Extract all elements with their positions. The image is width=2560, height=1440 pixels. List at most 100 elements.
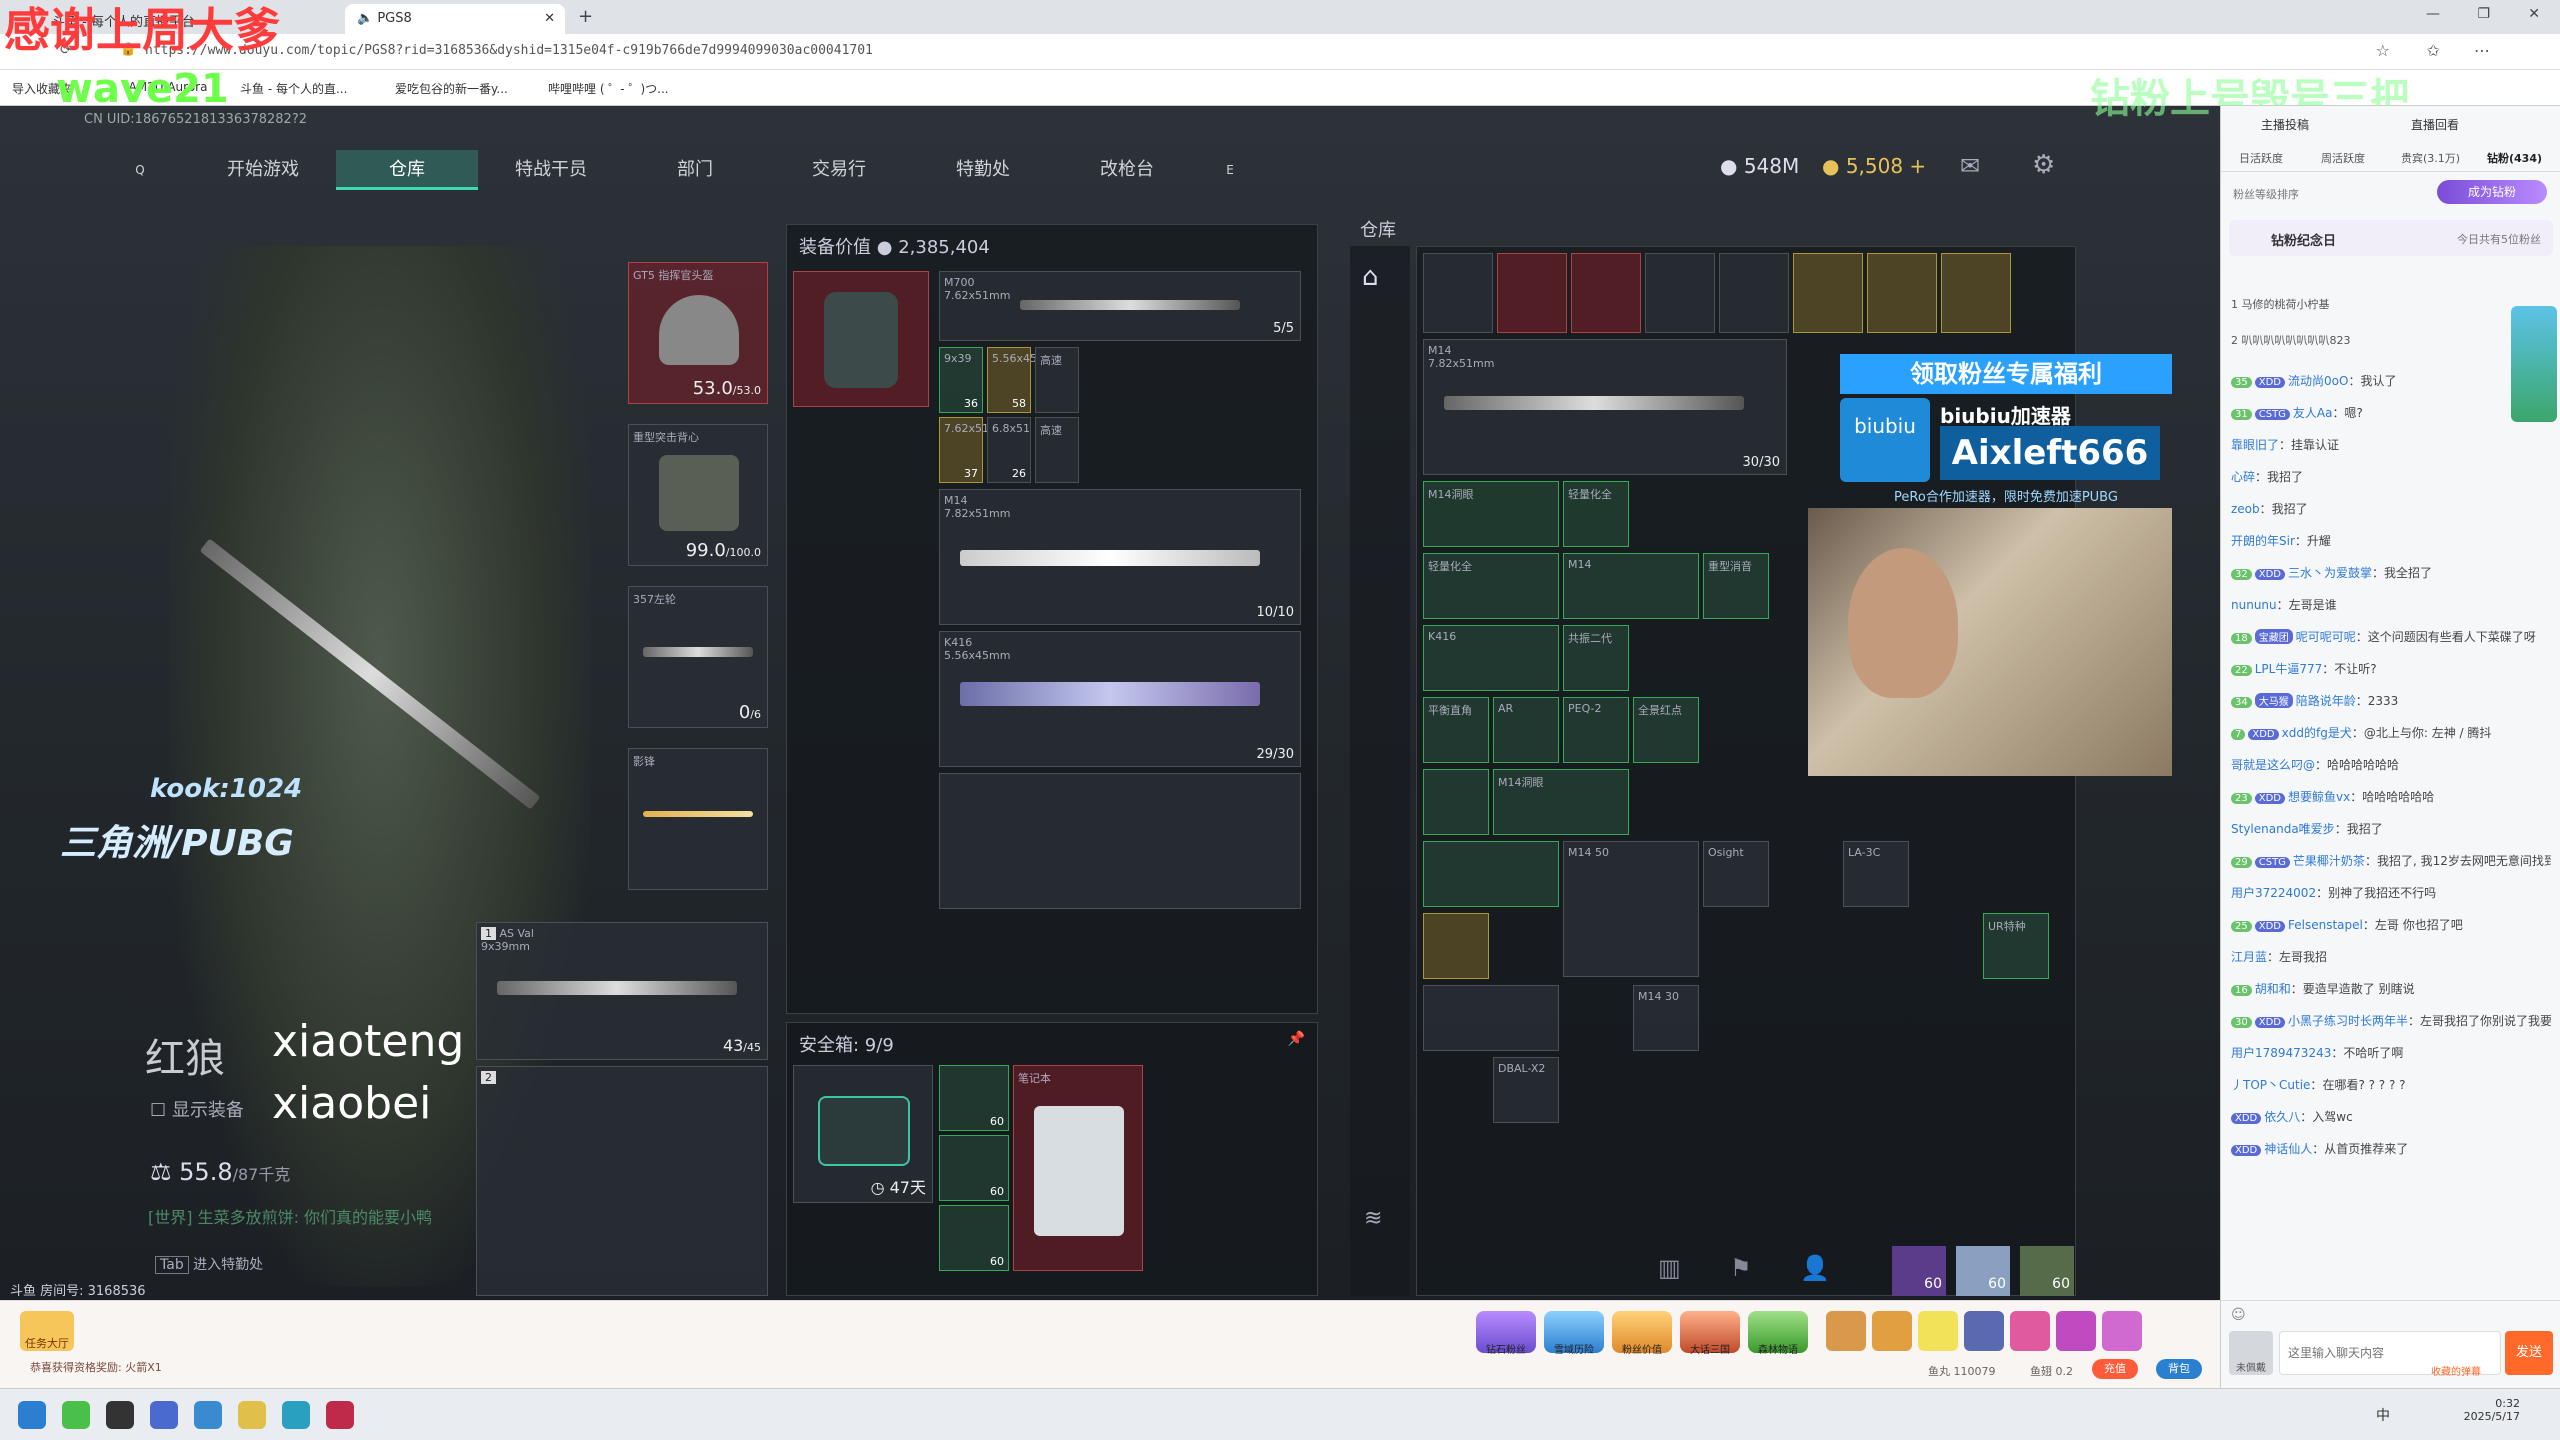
minimize-icon[interactable]: — (2426, 6, 2440, 22)
safe-ammo-slot[interactable]: 60 (939, 1205, 1009, 1271)
app-icon[interactable] (62, 1401, 90, 1429)
bookmark-item[interactable]: 斗鱼 - 每个人的直... (240, 80, 347, 97)
ammo-slot[interactable]: 高速 (1035, 347, 1079, 413)
gift-item-icon[interactable] (1872, 1311, 1912, 1351)
ammo-slot[interactable]: 9x39 36 (939, 347, 983, 413)
app-icon[interactable] (150, 1401, 178, 1429)
secondary-weapon-slot[interactable]: 2 (476, 1066, 768, 1296)
nav-special-ops[interactable]: 特勤处 (912, 150, 1054, 190)
tab-pgs8[interactable]: 🔈 PGS8 ✕ (345, 4, 565, 34)
fan-sort[interactable]: 粉丝等级排序 (2233, 186, 2299, 202)
primary-weapon-slot[interactable]: 1 AS Val 9x39mm 43/45 (476, 922, 768, 1060)
windows-start-icon[interactable] (18, 1401, 46, 1429)
team-icon[interactable]: 👤 (1800, 1254, 1830, 1282)
wh-item[interactable]: M14 50 (1563, 841, 1699, 977)
gift-forest[interactable]: 森林物语 (1748, 1311, 1808, 1356)
wh-item[interactable] (1719, 253, 1789, 333)
rank-user-2[interactable]: 2 叭叭叭叭叭叭叭叭823 (2231, 332, 2351, 348)
wh-item[interactable] (1423, 253, 1493, 333)
ammo-slot[interactable]: 7.62x51 37 (939, 417, 989, 483)
close-window-icon[interactable]: ✕ (2528, 6, 2540, 22)
send-button[interactable]: 发送 (2505, 1331, 2553, 1375)
nav-warehouse[interactable]: 仓库 (336, 150, 478, 190)
chat-username[interactable]: Stylenanda唯爱步 (2231, 822, 2335, 836)
chat-username[interactable]: 用户1789473243 (2231, 1046, 2331, 1060)
wh-item[interactable]: M14洞眼 (1423, 481, 1559, 547)
chat-username[interactable]: 陪路说年龄 (2296, 694, 2356, 708)
emoji-icon[interactable]: ☺ (2231, 1307, 2246, 1323)
chat-username[interactable]: 用户37224002 (2231, 886, 2316, 900)
chat-username[interactable]: LPL牛逼777 (2255, 662, 2323, 676)
gun-m700[interactable]: M700 7.62x51mm 5/5 (939, 271, 1301, 341)
chat-username[interactable]: Felsenstapel (2288, 918, 2363, 932)
gift-item-icon[interactable] (2102, 1311, 2142, 1351)
helmet-slot[interactable]: GT5 指挥官头盔 53.0/53.0 (628, 262, 768, 404)
app-icon[interactable] (194, 1401, 222, 1429)
gift-item-icon[interactable] (1826, 1311, 1866, 1351)
chat-username[interactable]: xdd的fg是犬 (2282, 726, 2352, 740)
bookmark-item[interactable]: 哔哩哔哩 ( ゜- ゜)つ... (548, 80, 669, 97)
wh-item[interactable]: 轻量化全 (1423, 553, 1559, 619)
chat-username[interactable]: 小黑子练习时长两年半 (2288, 1014, 2408, 1028)
wh-item[interactable]: 轻量化全 (1563, 481, 1629, 547)
bookmark-item[interactable]: 爱吃包谷的新一番y... (395, 80, 508, 97)
gift-item-icon[interactable] (2056, 1311, 2096, 1351)
wh-item[interactable]: 全景红点 (1633, 697, 1699, 763)
ammo-slot[interactable]: 6.8x51 26 (987, 417, 1031, 483)
chat-username[interactable]: 心碎 (2231, 470, 2255, 484)
wh-item[interactable]: 平衡直角 (1423, 697, 1489, 763)
gift-three-kingdoms[interactable]: 大话三国 (1680, 1311, 1740, 1356)
rank-user-1[interactable]: 1 马修的桃荷小柠基 (2231, 296, 2330, 312)
gear-icon[interactable]: ⚙ (2032, 150, 2055, 180)
clock[interactable]: 0:32 2025/5/17 (2460, 1397, 2520, 1423)
wh-item[interactable] (1645, 253, 1715, 333)
uploads-link[interactable]: 主播投稿 (2261, 116, 2309, 133)
chat-username[interactable]: nununu (2231, 598, 2277, 612)
safe-ammo-slot[interactable]: 60 (939, 1065, 1009, 1131)
close-icon[interactable]: ✕ (544, 11, 555, 26)
chat-username[interactable]: 哥就是这么叼@ (2231, 758, 2315, 772)
tab-vip[interactable]: 贵宾(3.1万) (2401, 150, 2460, 166)
chat-username[interactable]: 丿TOP丶Cutie (2231, 1078, 2310, 1092)
ammo-slot[interactable]: 5.56x45 58 (987, 347, 1037, 413)
chat-username[interactable]: 神话仙人 (2264, 1142, 2312, 1156)
recharge-button[interactable]: 充值 (2092, 1359, 2138, 1379)
wh-item[interactable] (1793, 253, 1863, 333)
currency-premium[interactable]: ● 5,508 + (1822, 154, 1926, 178)
restore-icon[interactable]: ❐ (2477, 6, 2490, 22)
wh-item[interactable] (1867, 253, 1937, 333)
nav-start-game[interactable]: 开始游戏 (192, 150, 334, 190)
chat-username[interactable]: 友人Aa (2293, 406, 2333, 420)
layers-icon[interactable]: ≋ (1364, 1206, 1382, 1231)
chat-username[interactable]: 江月蓝 (2231, 950, 2267, 964)
wh-item[interactable]: LA-3C (1843, 841, 1909, 907)
gun-m14[interactable]: M14 7.82x51mm 10/10 (939, 489, 1301, 625)
more-icon[interactable]: ⋯ (2474, 41, 2490, 60)
gun-k416[interactable]: K416 5.56x45mm 29/30 (939, 631, 1301, 767)
replay-link[interactable]: 直播回看 (2411, 116, 2459, 133)
notebook-slot[interactable]: 笔记本 (1013, 1065, 1143, 1271)
app-icon[interactable] (326, 1401, 354, 1429)
wh-item[interactable] (1423, 841, 1559, 907)
chat-username[interactable]: 流动尚0oO (2288, 374, 2348, 388)
knife-slot[interactable]: 影锋 (628, 748, 768, 890)
mail-icon[interactable]: ✉ (1960, 152, 1980, 180)
teammate-avatar[interactable]: 60 (1956, 1246, 2010, 1296)
task-hall-button[interactable]: 任务大厅 (20, 1311, 74, 1351)
ime-indicator[interactable]: 中 (2376, 1405, 2390, 1425)
wh-item[interactable] (1423, 769, 1489, 835)
tab-weekly[interactable]: 周活跃度 (2321, 150, 2365, 166)
wh-item[interactable]: 共振二代 (1563, 625, 1629, 691)
wh-item[interactable]: M14 (1563, 553, 1699, 619)
tab-diamond-fans[interactable]: 钻粉(434) (2487, 150, 2542, 166)
chat-username[interactable]: 靠眼旧了 (2231, 438, 2279, 452)
gift-diamond-fan[interactable]: 钻石粉丝 (1476, 1311, 1536, 1356)
edge-browser-icon[interactable] (282, 1401, 310, 1429)
nav-trading[interactable]: 交易行 (768, 150, 910, 190)
app-icon[interactable] (106, 1401, 134, 1429)
wh-item[interactable]: M14洞眼 (1493, 769, 1629, 835)
star-icon[interactable]: ☆ (2376, 41, 2390, 60)
safe-box-slot[interactable]: ◷ 47天 (793, 1065, 933, 1203)
become-fan-button[interactable]: 成为钻粉 (2437, 180, 2547, 204)
armor-slot[interactable]: 重型突击背心 99.0/100.0 (628, 424, 768, 566)
